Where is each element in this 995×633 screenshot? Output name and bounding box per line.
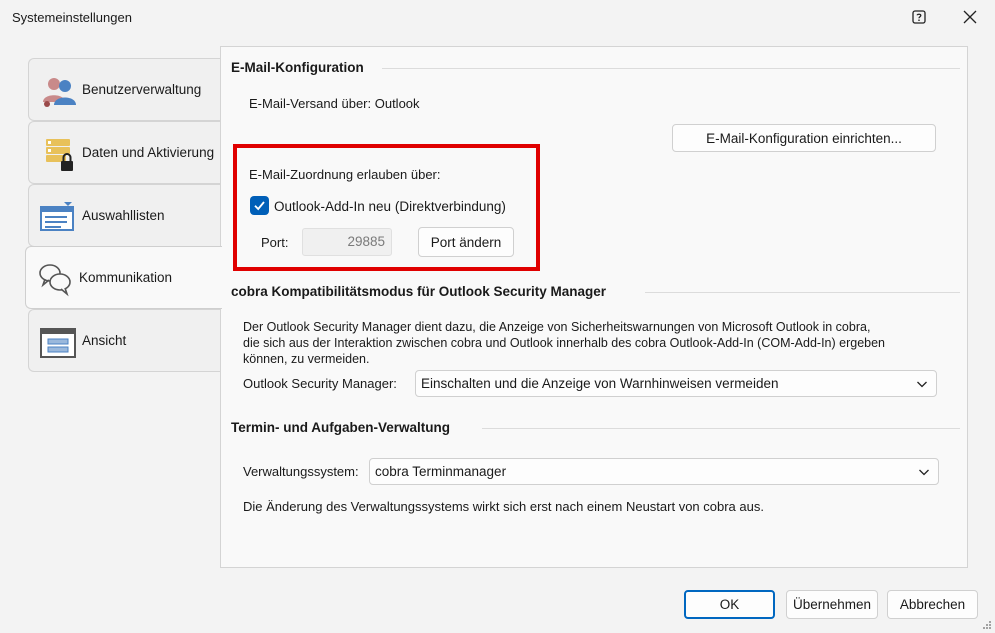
tasks-section-title: Termin- und Aufgaben-Verwaltung [231, 420, 450, 435]
select-value: Einschalten und die Anzeige von Warnhinw… [421, 376, 779, 391]
resize-grip-icon[interactable] [982, 620, 992, 630]
tab-daten-und-aktivierung[interactable]: Daten und Aktivierung [28, 121, 220, 184]
compat-description-line: die sich aus der Interaktion zwischen co… [243, 336, 886, 350]
help-icon [912, 10, 926, 24]
compat-description-line: können, zu vermeiden. [243, 352, 370, 366]
email-section-title: E-Mail-Konfiguration [231, 60, 364, 75]
section-divider [382, 68, 960, 69]
email-config-setup-button[interactable]: E-Mail-Konfiguration einrichten... [672, 124, 936, 152]
close-button[interactable] [955, 4, 985, 30]
tab-label: Daten und Aktivierung [82, 145, 215, 160]
chevron-down-icon [917, 381, 927, 388]
management-system-select[interactable]: cobra Terminmanager [369, 458, 939, 485]
cancel-button[interactable]: Abbrechen [887, 590, 978, 619]
email-send-via: E-Mail-Versand über: Outlook [249, 96, 420, 111]
tab-kommunikation[interactable]: Kommunikation [25, 246, 222, 309]
highlight-box [233, 144, 540, 271]
tab-label: Kommunikation [79, 270, 173, 285]
tab-label: Ansicht [82, 333, 127, 348]
compat-description-line: Der Outlook Security Manager dient dazu,… [243, 320, 871, 334]
security-manager-label: Outlook Security Manager: [243, 376, 397, 391]
tab-ansicht[interactable]: Ansicht [28, 309, 220, 372]
window-title: Systemeinstellungen [12, 10, 132, 25]
chevron-down-icon [919, 469, 929, 476]
compat-section-title: cobra Kompatibilitätsmodus für Outlook S… [231, 284, 607, 299]
help-button[interactable] [904, 4, 934, 30]
tab-label: Auswahllisten [82, 208, 165, 223]
select-value: cobra Terminmanager [375, 464, 507, 479]
section-divider [645, 292, 960, 293]
restart-note: Die Änderung des Verwaltungssystems wirk… [243, 499, 764, 514]
close-icon [963, 10, 977, 24]
security-manager-select[interactable]: Einschalten und die Anzeige von Warnhinw… [415, 370, 937, 397]
section-divider [482, 428, 960, 429]
tab-auswahllisten[interactable]: Auswahllisten [28, 184, 220, 247]
tab-benutzerverwaltung[interactable]: Benutzerverwaltung [28, 58, 220, 121]
tab-label: Benutzerverwaltung [82, 82, 202, 97]
apply-button[interactable]: Übernehmen [786, 590, 878, 619]
database-lock-icon [46, 139, 73, 171]
users-icon [43, 78, 76, 107]
window-layout-icon [40, 328, 76, 358]
list-dropdown-icon [40, 202, 74, 231]
management-system-label: Verwaltungssystem: [243, 464, 359, 479]
title-bar: Systemeinstellungen [0, 0, 995, 34]
ok-button[interactable]: OK [684, 590, 775, 619]
chat-bubbles-icon [39, 264, 71, 297]
